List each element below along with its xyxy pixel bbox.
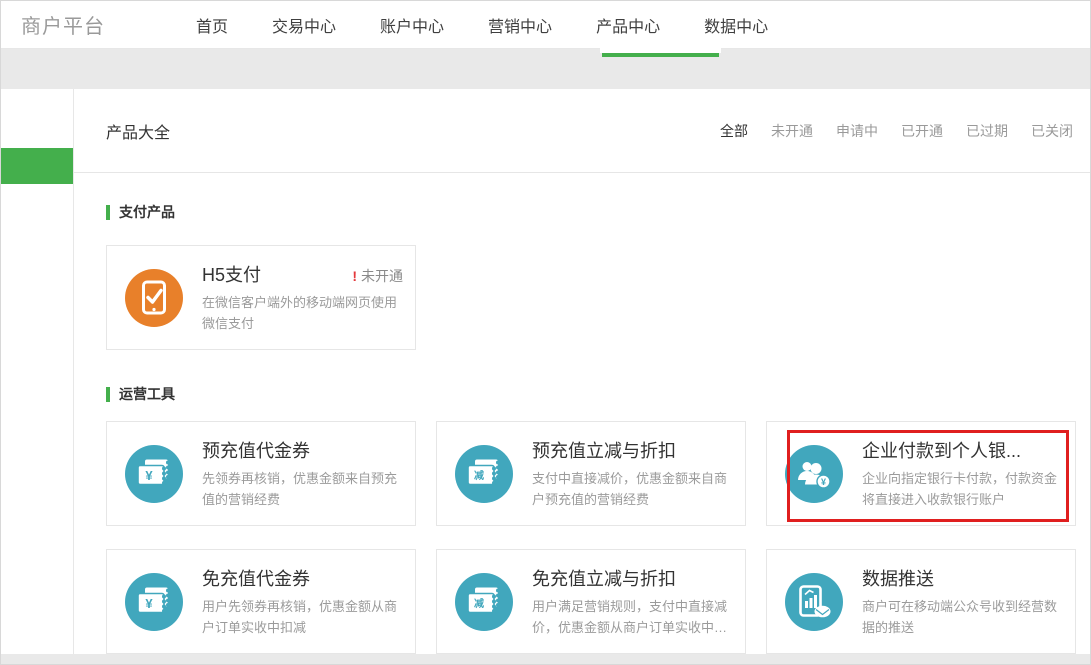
product-card-prepaid-voucher[interactable]: ¥ 预充值代金券 先领券再核销，优惠金额来自预充值的营销经费: [106, 421, 416, 526]
filter-not-opened[interactable]: 未开通: [771, 121, 813, 141]
discount-voucher-icon: 减: [455, 445, 513, 503]
filter-expired[interactable]: 已过期: [966, 121, 1008, 141]
filter-applying[interactable]: 申请中: [836, 121, 878, 141]
card-title: 免充值立减与折扣: [532, 565, 733, 591]
product-grid: ¥ 预充值代金券 先领券再核销，优惠金额来自预充值的营销经费: [106, 421, 1090, 654]
section-marker: [106, 205, 110, 220]
filter-opened[interactable]: 已开通: [901, 121, 943, 141]
card-title: 预充值代金券: [202, 437, 403, 463]
nav-item-trade-center[interactable]: 交易中心: [250, 1, 358, 48]
card-title: 数据推送: [862, 565, 1063, 591]
filter-closed[interactable]: 已关闭: [1031, 121, 1073, 141]
product-card-data-push[interactable]: 数据推送 商户可在移动端公众号收到经营数据的推送: [766, 549, 1076, 654]
card-title: H5支付: [202, 261, 261, 287]
card-description: 在微信客户端外的移动端网页使用微信支付: [202, 292, 403, 334]
card-description: 用户先领券再核销，优惠金额从商户订单实收中扣减: [202, 596, 403, 638]
status-filters: 全部 未开通 申请中 已开通 已过期 已关闭: [720, 121, 1073, 141]
svg-text:¥: ¥: [145, 596, 153, 611]
left-sidebar: [1, 89, 74, 654]
card-title: 企业付款到个人银...: [862, 437, 1063, 463]
product-card-enterprise-payment-to-bank-card[interactable]: ¥ 企业付款到个人银... 企业向指定银行卡付款，付款资金将直接进入收款银行账户: [766, 421, 1076, 526]
card-description: 支付中直接减价，优惠金额来自商户预充值的营销经费: [532, 468, 733, 510]
card-description: 企业向指定银行卡付款，付款资金将直接进入收款银行账户: [862, 468, 1063, 510]
product-card-prepaid-discount[interactable]: 减 预充值立减与折扣 支付中直接减价，优惠金额来自商户预充值的营销经费: [436, 421, 746, 526]
nav-menu: 首页 交易中心 账户中心 营销中心 产品中心 数据中心: [174, 1, 790, 48]
svg-text:¥: ¥: [821, 477, 826, 487]
section-title: 运营工具: [119, 384, 175, 404]
section-title: 支付产品: [119, 202, 175, 222]
nav-item-product-center[interactable]: 产品中心: [574, 1, 682, 48]
body: 产品大全 全部 未开通 申请中 已开通 已过期 已关闭 支付产品: [1, 89, 1090, 654]
section-marker: [106, 387, 110, 402]
discount-voucher-icon: 减: [455, 573, 513, 631]
nav-item-marketing-center[interactable]: 营销中心: [466, 1, 574, 48]
exclamation-icon: !: [352, 268, 357, 284]
brand-logo[interactable]: 商户平台: [21, 1, 105, 48]
section-operation-tools: 运营工具: [106, 384, 1090, 404]
card-description: 先领券再核销，优惠金额来自预充值的营销经费: [202, 468, 403, 510]
section-payment-products: 支付产品: [106, 202, 1090, 222]
product-card-free-voucher[interactable]: ¥ 免充值代金券 用户先领券再核销，优惠金额从商户订单实收中扣减: [106, 549, 416, 654]
h5-pay-icon: [125, 269, 183, 327]
card-title: 预充值立减与折扣: [532, 437, 733, 463]
nav-item-data-center[interactable]: 数据中心: [682, 1, 790, 48]
filter-all[interactable]: 全部: [720, 121, 748, 141]
status-badge: !未开通: [352, 266, 403, 286]
voucher-icon: ¥: [125, 573, 183, 631]
sidebar-active-item[interactable]: [1, 148, 73, 184]
bank-transfer-icon: ¥: [785, 445, 843, 503]
nav-item-account-center[interactable]: 账户中心: [358, 1, 466, 48]
product-card-free-discount[interactable]: 减 免充值立减与折扣 用户满足营销规则，支付中直接减价，优惠金额从商户订单实收中…: [436, 549, 746, 654]
svg-text:减: 减: [474, 597, 484, 610]
card-description: 用户满足营销规则，支付中直接减价，优惠金额从商户订单实收中扣减: [532, 596, 733, 638]
status-text: 未开通: [361, 268, 403, 284]
merchant-platform-page: 商户平台 首页 交易中心 账户中心 营销中心 产品中心 数据中心 产品大全 全部…: [0, 0, 1091, 665]
page-header: 产品大全 全部 未开通 申请中 已开通 已过期 已关闭: [74, 89, 1090, 173]
card-description: 商户可在移动端公众号收到经营数据的推送: [862, 596, 1063, 638]
page-title: 产品大全: [106, 119, 170, 143]
card-title: 免充值代金券: [202, 565, 403, 591]
svg-text:减: 减: [474, 469, 484, 482]
sub-header-strip: [1, 49, 1090, 89]
top-navigation: 商户平台 首页 交易中心 账户中心 营销中心 产品中心 数据中心: [1, 1, 1090, 49]
voucher-icon: ¥: [125, 445, 183, 503]
svg-text:¥: ¥: [145, 468, 153, 483]
nav-item-home[interactable]: 首页: [174, 1, 250, 48]
product-card-h5-pay[interactable]: H5支付 !未开通 在微信客户端外的移动端网页使用微信支付: [106, 245, 416, 350]
active-tab-underline: [602, 53, 719, 57]
main-content: 产品大全 全部 未开通 申请中 已开通 已过期 已关闭 支付产品: [74, 89, 1090, 654]
footer-strip: [1, 654, 1090, 664]
data-push-icon: [785, 573, 843, 631]
